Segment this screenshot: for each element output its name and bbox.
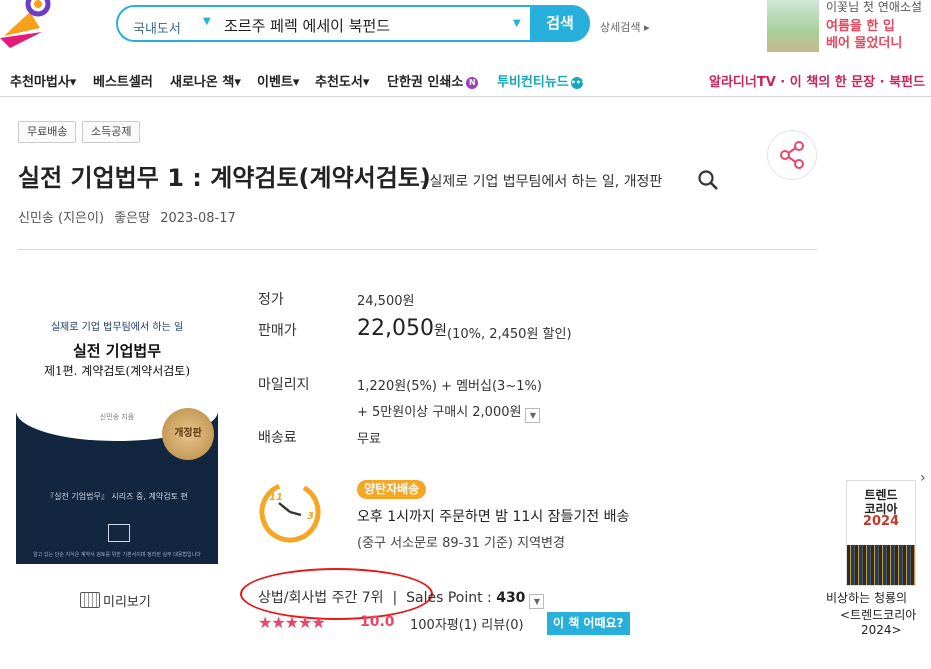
- nav-item-single-print[interactable]: 단한권 인쇄소 N: [387, 71, 479, 90]
- side-ad-caption[interactable]: 2024>: [861, 623, 902, 637]
- nav-item-label: 단한권 인쇄소: [387, 75, 464, 90]
- book-icon: [80, 592, 100, 608]
- sale-price-number: 22,050: [357, 316, 434, 341]
- how-about-this-book-button[interactable]: 이 책 어때요?: [547, 612, 630, 635]
- nav-item-to-be-continued[interactable]: 투비컨티뉴드 •••: [497, 71, 587, 90]
- shipping-value: 무료: [357, 432, 381, 447]
- mileage-value: 1,220원(5%) + 멤버십(3~1%): [357, 379, 542, 394]
- search-button[interactable]: 검색: [530, 5, 590, 42]
- cover-publisher-logo: [108, 524, 130, 542]
- side-ad-caption[interactable]: 비상하는 청룡의: [826, 589, 907, 606]
- publish-date: 2023-08-17: [160, 211, 236, 226]
- ranking-link[interactable]: 상법/회사법 주간 7위: [258, 590, 384, 606]
- cover-footer: 알고 있는 단순 지식은 계약서 검토를 위한 기본서이며 정리된 실무 대응법…: [33, 552, 201, 558]
- chevron-down-icon[interactable]: ▼: [525, 408, 541, 423]
- sale-price-unit: 원: [433, 323, 447, 339]
- search-input[interactable]: 조르주 페렉 에세이 북펀드: [224, 15, 390, 36]
- shipping-label: 배송료: [258, 430, 297, 446]
- chevron-down-icon[interactable]: ▼: [203, 16, 211, 27]
- cover-title-line2: 제1편. 계약검토(계약서검토): [43, 364, 191, 378]
- preview-label: 미리보기: [103, 595, 151, 610]
- nav-item-recommend-wizard[interactable]: 추천마법사▾: [10, 71, 76, 90]
- side-ad-caption[interactable]: <트렌드코리아: [840, 606, 916, 623]
- mileage-label: 마일리지: [258, 377, 310, 393]
- clock-icon: 11 3: [259, 481, 321, 543]
- preview-button[interactable]: 미리보기: [80, 591, 151, 610]
- book-meta: 신민송 (지은이) 좋은땅 2023-08-17: [18, 207, 242, 226]
- sale-price-label: 판매가: [258, 323, 297, 339]
- chevron-down-icon[interactable]: ▼: [529, 594, 545, 609]
- sale-price-value: 22,050원: [357, 316, 447, 341]
- sale-discount: (10%, 2,450원 할인): [447, 327, 572, 342]
- nav-item-events[interactable]: 이벤트▾: [257, 71, 299, 90]
- search-category-select[interactable]: 국내도서: [133, 18, 181, 37]
- delivery-info: 오후 1시까지 주문하면 밤 11시 잠들기전 배송: [357, 509, 630, 525]
- nav-item-recommended[interactable]: 추천도서▾: [315, 71, 369, 90]
- divider: [18, 249, 817, 250]
- cover-revised-seal: 개정판: [162, 408, 214, 460]
- divider: |: [388, 590, 402, 606]
- clock-label-11: 11: [269, 492, 283, 503]
- tag-free-shipping: 무료배송: [18, 121, 77, 143]
- sales-point-label: Sales Point :: [406, 590, 492, 606]
- nav-item-label: 투비컨티뉴드: [497, 75, 569, 90]
- publisher-link[interactable]: 좋은땅: [114, 211, 150, 226]
- promo-line[interactable]: 이꽃님 첫 연애소설: [826, 0, 922, 15]
- side-ad-cover-art: [847, 545, 915, 585]
- promo-headline[interactable]: 베어 물었더니: [826, 32, 902, 51]
- side-ad-cover-year: 2024: [862, 514, 900, 529]
- search-dropdown-icon[interactable]: ▼: [513, 18, 521, 29]
- promo-banner-image[interactable]: [767, 0, 819, 52]
- cover-series: 『실전 기업법무』 시리즈 중, 계약검토 편: [46, 492, 188, 501]
- advanced-search-link[interactable]: 상세검색 ▸: [600, 19, 650, 35]
- review-links[interactable]: 100자평(1) 리뷰(0): [410, 614, 524, 633]
- share-button[interactable]: [767, 130, 817, 180]
- nav-item-new-books[interactable]: 새로나온 책▾: [170, 71, 241, 90]
- delivery-location[interactable]: (중구 서소문로 89-31 기준) 지역변경: [357, 532, 565, 551]
- nav-right-links[interactable]: 알라디너TV · 이 책의 한 문장 · 북펀드: [709, 71, 925, 90]
- list-price-label: 정가: [258, 292, 284, 308]
- mileage-extra: + 5만원이상 구매시 2,000원 ▼: [357, 401, 541, 423]
- author-link[interactable]: 신민송 (지은이): [18, 211, 104, 226]
- cover-subtitle: 실제로 기업 법무팀에서 하는 일: [50, 322, 184, 333]
- mileage-extra-text: + 5만원이상 구매시 2,000원: [357, 405, 522, 420]
- more-dots-icon: •••: [570, 77, 587, 89]
- delivery-badge: 양탄자배송: [357, 480, 427, 499]
- list-price-value: 24,500원: [357, 294, 415, 309]
- nav-item-bestseller[interactable]: 베스트셀러: [93, 71, 153, 90]
- tag-tax-deduction: 소득공제: [82, 121, 141, 143]
- aladin-logo[interactable]: [0, 0, 60, 48]
- clock-label-3: 3: [307, 511, 314, 522]
- new-badge-icon: N: [466, 77, 479, 89]
- cover-title: 실전 기업법무: [72, 342, 162, 360]
- book-title: 실전 기업법무 1 : 계약검토(계약서검토): [18, 164, 431, 192]
- close-icon[interactable]: ›: [920, 470, 926, 486]
- rating-score: 10.0: [360, 614, 395, 630]
- sales-ranking: 상법/회사법 주간 7위 | Sales Point : 430 ▼: [258, 587, 545, 609]
- sales-point-value: 430: [496, 590, 526, 606]
- search-icon[interactable]: [697, 169, 719, 191]
- share-icon: [780, 141, 804, 169]
- book-subtitle: - 실제로 기업 법무팀에서 하는 일, 개정판: [420, 174, 663, 190]
- rating-stars: ★★★★★: [258, 613, 326, 632]
